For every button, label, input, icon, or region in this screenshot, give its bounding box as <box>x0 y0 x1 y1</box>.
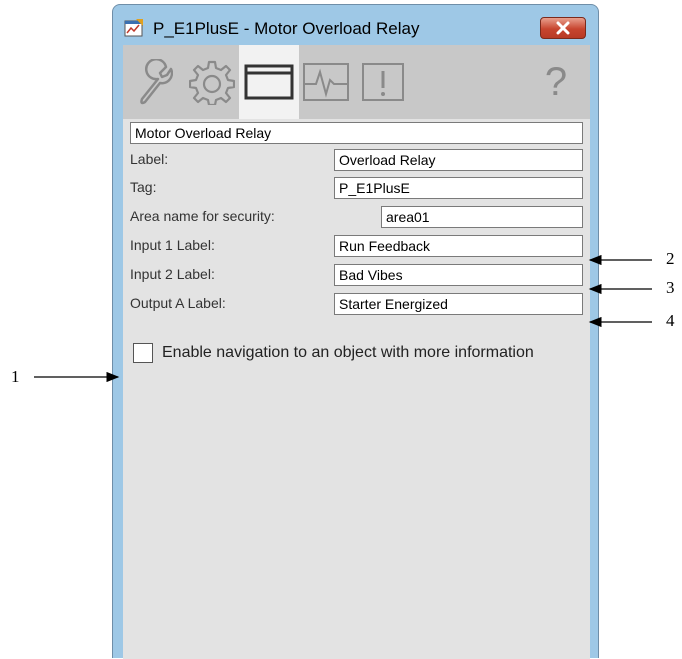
callout-2: 2 <box>666 249 675 268</box>
callout-1: 1 <box>11 367 20 386</box>
callout-3: 3 <box>666 278 675 297</box>
callout-arrows <box>34 254 652 383</box>
callout-4: 4 <box>666 311 675 330</box>
